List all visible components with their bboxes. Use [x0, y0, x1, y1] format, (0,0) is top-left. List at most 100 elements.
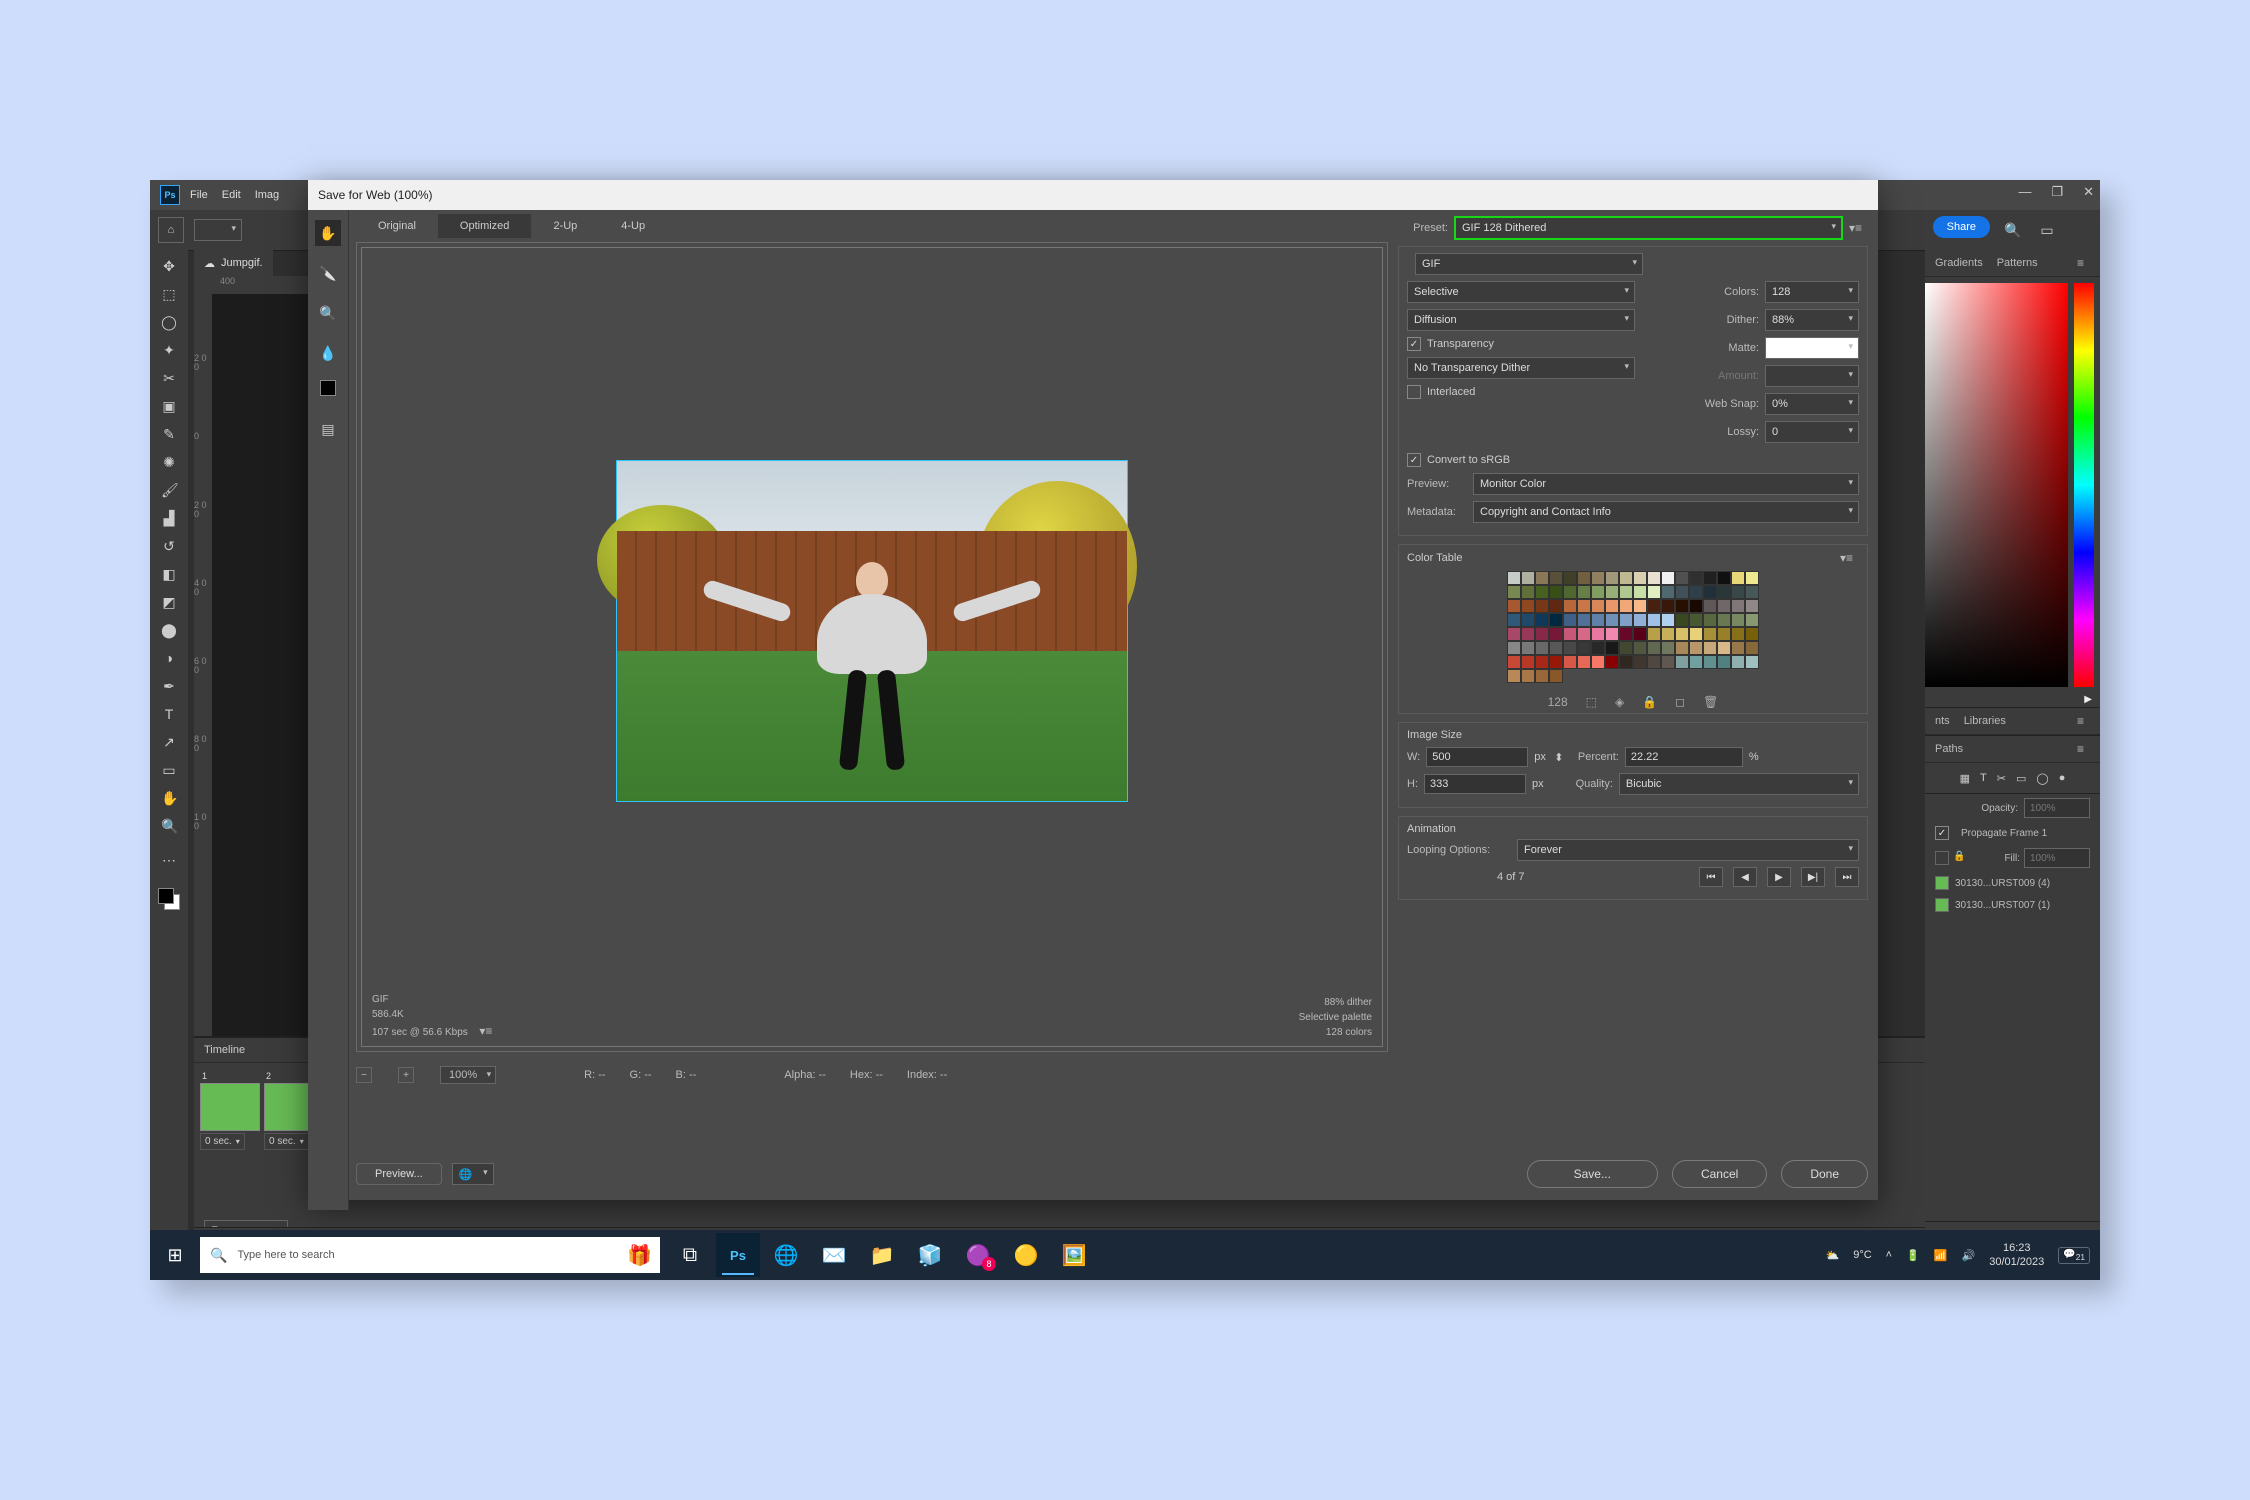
app-edge[interactable]: 🌐: [764, 1233, 808, 1277]
next-frame-icon[interactable]: ▶|: [1801, 867, 1825, 887]
app-photoshop[interactable]: Ps: [716, 1233, 760, 1277]
share-button[interactable]: Share: [1933, 216, 1990, 238]
prop-icon[interactable]: ▦: [1960, 772, 1970, 785]
taskbar-search[interactable]: 🔍 Type here to search 🎁: [200, 1237, 660, 1273]
color-table-grid[interactable]: [1507, 571, 1759, 683]
workspace-icon[interactable]: ▭: [2034, 217, 2060, 243]
slice-tool-icon[interactable]: 🔪: [315, 260, 341, 286]
prop-icon[interactable]: ✂: [1997, 772, 2006, 785]
hand-tool-icon[interactable]: ✋: [315, 220, 341, 246]
tab-patterns[interactable]: Patterns: [1997, 257, 2038, 269]
app-explorer[interactable]: 📁: [860, 1233, 904, 1277]
ct-lock-icon[interactable]: 🔒: [1642, 695, 1657, 709]
zoom-out-icon[interactable]: −: [356, 1067, 372, 1083]
tab-original[interactable]: Original: [356, 214, 438, 238]
frame-delay[interactable]: 0 sec.▾: [200, 1133, 245, 1150]
type-tool-icon[interactable]: T: [161, 706, 177, 722]
panel-menu-icon[interactable]: ≡: [2071, 256, 2090, 270]
save-button[interactable]: Save...: [1527, 1160, 1658, 1188]
brush-tool-icon[interactable]: 🖌: [161, 482, 177, 498]
volume-icon[interactable]: 🔊: [1962, 1249, 1976, 1262]
minimize-icon[interactable]: —: [2018, 184, 2031, 200]
height-input[interactable]: 333: [1424, 774, 1526, 794]
main-menu[interactable]: File Edit Imag: [190, 189, 279, 201]
width-input[interactable]: 500: [1426, 747, 1528, 767]
play-icon[interactable]: ▶: [1767, 867, 1791, 887]
notifications-icon[interactable]: 💬21: [2058, 1247, 2090, 1264]
start-button[interactable]: ⊞: [150, 1230, 200, 1280]
menu-edit[interactable]: Edit: [222, 189, 241, 201]
tray-chevron-icon[interactable]: ˄: [1886, 1249, 1892, 1261]
ct-icon[interactable]: ◈: [1615, 695, 1624, 709]
task-view-icon[interactable]: ⧉: [668, 1233, 712, 1277]
prev-frame-icon[interactable]: ◀: [1733, 867, 1757, 887]
prop-icon[interactable]: ◯: [2036, 772, 2048, 785]
flyout-icon[interactable]: ▾≡: [473, 1024, 498, 1038]
shape-tool-icon[interactable]: ▭: [161, 762, 177, 778]
hand-tool-icon[interactable]: ✋: [161, 790, 177, 806]
fg-bg-swatch[interactable]: [158, 888, 180, 910]
lock-icon[interactable]: [1935, 851, 1949, 865]
search-icon[interactable]: 🔍: [2000, 217, 2026, 243]
edit-toolbar-icon[interactable]: ⋯: [161, 852, 177, 868]
metadata-dropdown[interactable]: Copyright and Contact Info: [1473, 501, 1859, 523]
convert-srgb-checkbox[interactable]: ✓: [1407, 453, 1421, 467]
frame-tool-icon[interactable]: ▣: [161, 398, 177, 414]
color-table-menu-icon[interactable]: ▾≡: [1834, 551, 1859, 565]
tab-adjustments[interactable]: nts: [1935, 715, 1950, 727]
browser-preview-dropdown[interactable]: 🌐: [452, 1163, 494, 1185]
blur-tool-icon[interactable]: ⬤: [161, 622, 177, 638]
last-frame-icon[interactable]: ⏭: [1835, 867, 1859, 887]
layer-row[interactable]: 30130...URST009 (4): [1925, 872, 2100, 894]
crop-tool-icon[interactable]: ✂: [161, 370, 177, 386]
tab-optimized[interactable]: Optimized: [438, 214, 532, 238]
wifi-icon[interactable]: 📶: [1934, 1249, 1948, 1262]
tab-gradients[interactable]: Gradients: [1935, 257, 1983, 269]
maximize-icon[interactable]: ❐: [2051, 184, 2063, 200]
app-mail[interactable]: ✉️: [812, 1233, 856, 1277]
preset-dropdown[interactable]: GIF 128 Dithered: [1454, 216, 1843, 240]
tab-libraries[interactable]: Libraries: [1964, 715, 2006, 727]
slice-visibility-icon[interactable]: ▤: [315, 416, 341, 442]
percent-input[interactable]: 22.22: [1625, 747, 1743, 767]
move-tool-icon[interactable]: ✥: [161, 258, 177, 274]
zoom-in-icon[interactable]: +: [398, 1067, 414, 1083]
interlaced-checkbox[interactable]: [1407, 385, 1421, 399]
panel-menu-icon[interactable]: ≡: [2071, 714, 2090, 728]
looping-dropdown[interactable]: Forever: [1517, 839, 1859, 861]
frame-delay[interactable]: 0 sec.▾: [264, 1133, 309, 1150]
tab-2up[interactable]: 2-Up: [531, 214, 599, 238]
layer-row[interactable]: 30130...URST007 (1): [1925, 894, 2100, 916]
zoom-dropdown[interactable]: 100%: [440, 1066, 496, 1084]
lossy-dropdown[interactable]: 0: [1765, 421, 1859, 443]
preview-dropdown[interactable]: Monitor Color: [1473, 473, 1859, 495]
zoom-tool-icon[interactable]: 🔍: [161, 818, 177, 834]
taskbar-clock[interactable]: 16:2330/01/2023: [1989, 1241, 2044, 1270]
pen-tool-icon[interactable]: ✒: [161, 678, 177, 694]
done-button[interactable]: Done: [1781, 1160, 1868, 1188]
app-store[interactable]: 🧊: [908, 1233, 952, 1277]
eyedropper-tool-icon[interactable]: 💧: [315, 340, 341, 366]
app-generic[interactable]: 🟣8: [956, 1233, 1000, 1277]
transparency-dither-dropdown[interactable]: No Transparency Dither: [1407, 357, 1635, 379]
quality-dropdown[interactable]: Bicubic: [1619, 773, 1859, 795]
document-tab[interactable]: ☁Jumpgif.: [194, 250, 273, 276]
path-tool-icon[interactable]: ↗: [161, 734, 177, 750]
propagate-checkbox[interactable]: ✓: [1935, 826, 1949, 840]
link-wh-icon[interactable]: ⬍: [1552, 751, 1566, 764]
websnap-dropdown[interactable]: 0%: [1765, 393, 1859, 415]
preview-button[interactable]: Preview...: [356, 1163, 442, 1185]
cancel-button[interactable]: Cancel: [1672, 1160, 1767, 1188]
healing-tool-icon[interactable]: ✺: [161, 454, 177, 470]
ct-new-icon[interactable]: ◻: [1675, 695, 1685, 709]
transparency-checkbox[interactable]: ✓: [1407, 337, 1421, 351]
app-chrome[interactable]: 🟡: [1004, 1233, 1048, 1277]
preview-area[interactable]: GIF 586.4K 107 sec @ 56.6 Kbps ▾≡ 88% di…: [356, 242, 1388, 1052]
dither-method-dropdown[interactable]: Diffusion: [1407, 309, 1635, 331]
app-photos[interactable]: 🖼️: [1052, 1233, 1096, 1277]
menu-image[interactable]: Imag: [255, 189, 279, 201]
color-picker-panel[interactable]: ▶: [1925, 277, 2100, 707]
prop-icon[interactable]: T: [1980, 772, 1987, 784]
eraser-tool-icon[interactable]: ◧: [161, 566, 177, 582]
weather-icon[interactable]: ⛅: [1826, 1249, 1840, 1262]
